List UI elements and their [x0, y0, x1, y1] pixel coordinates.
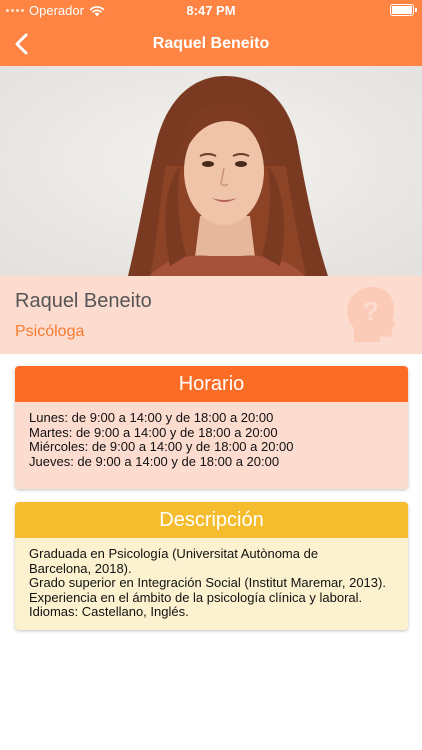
schedule-card-title: Horario — [15, 366, 408, 402]
description-line: Barcelona, 2018). — [29, 560, 132, 576]
schedule-line: Jueves: de 9:00 a 14:00 y de 18:00 a 20:… — [29, 453, 280, 469]
profile-photo — [0, 66, 422, 276]
description-card-body: Graduada en Psicología (Universitat Autò… — [15, 538, 408, 629]
person-name: Raquel Beneito — [15, 290, 152, 312]
person-role: Psicóloga — [15, 323, 85, 340]
status-bar: Operador 8:47 PM — [0, 0, 422, 22]
battery-icon — [390, 4, 417, 16]
description-line: Idiomas: Castellano, Inglés. — [29, 604, 189, 620]
description-card: Descripción Graduada en Psicología (Univ… — [15, 502, 408, 630]
svg-text:?: ? — [363, 296, 379, 326]
description-card-title: Descripción — [15, 502, 408, 538]
schedule-line: Martes: de 9:00 a 14:00 y de 18:00 a 20:… — [29, 424, 278, 440]
description-line: Experiencia en el ámbito de la psicologí… — [29, 589, 363, 605]
profile-name-band: Raquel Beneito Psicóloga ? — [0, 276, 422, 354]
description-line: Grado superior en Integración Social (In… — [29, 575, 386, 591]
head-question-icon: ? — [347, 286, 396, 342]
nav-title: Raquel Beneito — [152, 35, 270, 52]
portrait-image — [0, 66, 422, 276]
schedule-card: Horario Lunes: de 9:00 a 14:00 y de 18:0… — [15, 366, 408, 489]
navigation-header: Operador 8:47 PM Raquel Beneito — [0, 0, 422, 66]
status-time: 8:47 PM — [186, 3, 236, 18]
schedule-line: Lunes: de 9:00 a 14:00 y de 18:00 a 20:0… — [29, 410, 274, 425]
schedule-card-body: Lunes: de 9:00 a 14:00 y de 18:00 a 20:0… — [15, 402, 408, 478]
description-line: Graduada en Psicología (Universitat Autò… — [29, 546, 319, 561]
schedule-line: Miércoles: de 9:00 a 14:00 y de 18:00 a … — [29, 439, 294, 455]
